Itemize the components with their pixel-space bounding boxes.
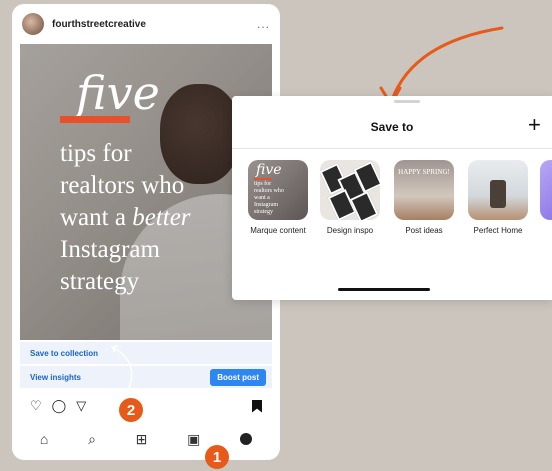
collection-perfect-home[interactable]: Perfect Home	[466, 160, 530, 236]
home-indicator	[338, 288, 430, 291]
sheet-handle[interactable]	[394, 100, 420, 103]
save-to-sheet: Save to + five tips for realtors who wan…	[232, 96, 552, 300]
headline-line-5: strategy	[60, 268, 140, 295]
avatar[interactable]	[22, 13, 44, 35]
sheet-title: Save to	[370, 120, 414, 134]
script-underline	[60, 116, 130, 123]
collection-thumbnail	[320, 160, 380, 220]
collection-design-inspo[interactable]: Design inspo	[318, 160, 382, 236]
bookmark-icon[interactable]	[252, 399, 262, 413]
step-badge-1: 1	[205, 445, 229, 469]
top-arrow	[390, 26, 504, 102]
collection-label: Post ideas	[405, 226, 443, 235]
home-icon[interactable]: ⌂	[40, 431, 48, 447]
headline-line-2: realtors who	[60, 172, 185, 199]
like-icon[interactable]: ♡	[30, 398, 42, 414]
collection-post-ideas[interactable]: HAPPY SPRING! Post ideas	[392, 160, 456, 236]
save-to-collection-row[interactable]: Save to collection	[20, 342, 272, 364]
collection-label: Marque content	[250, 226, 306, 235]
post-username[interactable]: fourthstreetcreative	[52, 19, 146, 30]
bottom-tab-bar: ⌂ ⌕ ⊞ ▣	[20, 424, 272, 454]
post-actions: ♡ ◯ ▽	[20, 394, 272, 418]
collection-label: Perfect Home	[473, 226, 523, 235]
boost-post-button[interactable]: Boost post	[210, 368, 266, 386]
post-script-word: five	[76, 66, 160, 120]
headline-line-4: Instagram	[60, 236, 160, 263]
save-to-collection-link[interactable]: Save to collection	[30, 349, 98, 358]
profile-icon[interactable]	[240, 433, 253, 445]
search-icon[interactable]: ⌕	[88, 431, 96, 448]
collection-thumbnail	[468, 160, 528, 220]
share-icon[interactable]: ▽	[76, 398, 86, 414]
step-badge-2: 2	[119, 398, 143, 422]
collection-thumbnail: HAPPY SPRING!	[394, 160, 454, 220]
headline-line-3: want a better	[60, 204, 191, 231]
headline-line-1: tips for	[60, 140, 132, 167]
reels-icon[interactable]: ▣	[187, 431, 200, 448]
insights-row: View insights Boost post	[20, 366, 272, 388]
create-icon[interactable]: ⊞	[136, 431, 148, 448]
post-header: fourthstreetcreative ...	[12, 4, 280, 44]
divider	[232, 148, 552, 149]
post-headline: tips for realtors who want a better Inst…	[60, 138, 191, 298]
add-collection-icon[interactable]: +	[528, 112, 541, 138]
view-insights-link[interactable]: View insights	[30, 373, 81, 382]
collection-thumbnail: five tips for realtors who want a Instag…	[248, 160, 308, 220]
collection-thumbnail	[540, 160, 552, 220]
collection-marque-content[interactable]: five tips for realtors who want a Instag…	[246, 160, 310, 236]
collection-label: Design inspo	[326, 226, 374, 235]
comment-icon[interactable]: ◯	[52, 398, 67, 414]
more-options-icon[interactable]: ...	[257, 17, 270, 31]
collection-partial[interactable]	[540, 160, 552, 220]
